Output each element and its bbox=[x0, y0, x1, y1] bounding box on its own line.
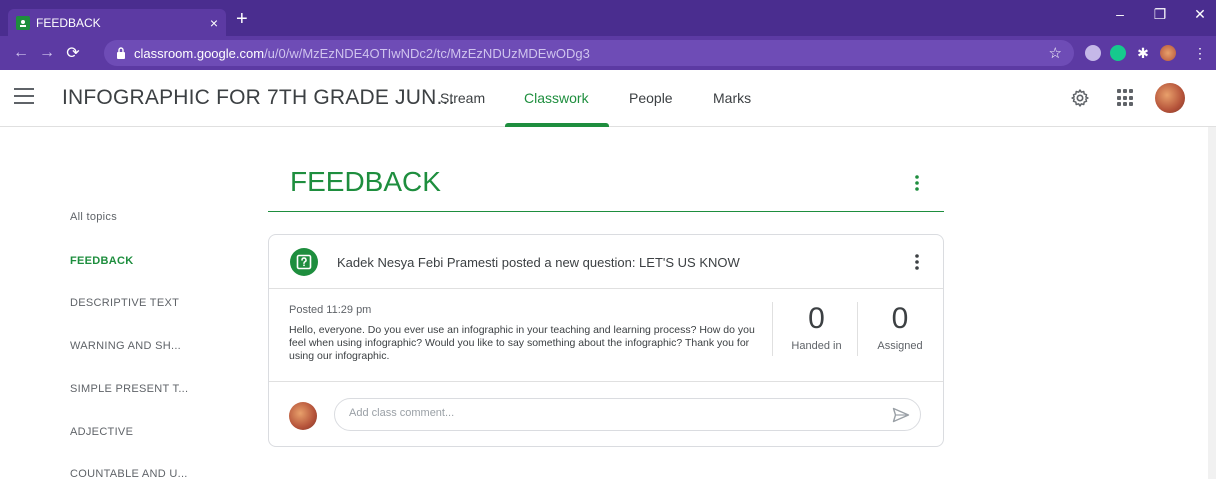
puzzle-extensions-icon[interactable]: ✱ bbox=[1135, 45, 1151, 61]
posted-time: Posted 11:29 pm bbox=[289, 304, 372, 316]
tab-stream[interactable]: Stream bbox=[440, 90, 485, 106]
assigned-stat[interactable]: 0 Assigned bbox=[861, 302, 939, 353]
sidebar-item-all-topics[interactable]: All topics bbox=[70, 211, 117, 223]
question-card: Kadek Nesya Febi Pramesti posted a new q… bbox=[268, 234, 944, 447]
classroom-header: INFOGRAPHIC FOR 7TH GRADE JUN... Stream … bbox=[0, 70, 1216, 127]
forward-arrow-icon[interactable]: → bbox=[34, 44, 60, 62]
topic-title: FEEDBACK bbox=[290, 166, 441, 197]
active-tab-indicator bbox=[505, 123, 609, 127]
extension-icon[interactable] bbox=[1085, 45, 1101, 61]
browser-tab-strip: FEEDBACK × + – ❐ ✕ bbox=[0, 0, 1216, 36]
close-window-button[interactable]: ✕ bbox=[1190, 6, 1210, 23]
assigned-count: 0 bbox=[891, 302, 909, 335]
browser-menu-icon[interactable]: ⋮ bbox=[1193, 45, 1209, 61]
send-icon[interactable] bbox=[892, 407, 910, 423]
sidebar-item-descriptive-text[interactable]: DESCRIPTIVE TEXT bbox=[70, 297, 179, 309]
handed-in-stat[interactable]: 0 Handed in bbox=[774, 302, 859, 353]
question-card-body: Posted 11:29 pm Hello, everyone. Do you … bbox=[269, 290, 943, 382]
topic-more-options-icon[interactable] bbox=[914, 174, 920, 192]
sidebar-item-warning[interactable]: WARNING AND SH... bbox=[70, 340, 181, 352]
maximize-button[interactable]: ❐ bbox=[1150, 6, 1170, 23]
question-description: Hello, everyone. Do you ever use an info… bbox=[289, 324, 755, 362]
stats-divider bbox=[772, 302, 773, 356]
sidebar-item-simple-present[interactable]: SIMPLE PRESENT T... bbox=[70, 383, 188, 395]
question-card-header[interactable]: Kadek Nesya Febi Pramesti posted a new q… bbox=[269, 235, 943, 289]
browser-tab-title: FEEDBACK bbox=[36, 15, 101, 30]
main-menu-icon[interactable] bbox=[14, 88, 34, 106]
question-more-options-icon[interactable] bbox=[914, 253, 920, 271]
question-icon bbox=[290, 248, 318, 276]
topic-divider bbox=[268, 211, 944, 212]
question-heading: Kadek Nesya Febi Pramesti posted a new q… bbox=[337, 255, 740, 270]
bookmark-star-icon[interactable]: ☆ bbox=[1049, 44, 1062, 62]
browser-tab[interactable]: FEEDBACK × bbox=[8, 9, 226, 36]
tab-people[interactable]: People bbox=[629, 90, 673, 106]
commenter-avatar bbox=[289, 402, 317, 430]
google-apps-icon[interactable] bbox=[1117, 89, 1135, 107]
url-path: /u/0/w/MzEzNDE4OTIwNDc2/tc/MzEzNDUzMDEwO… bbox=[264, 45, 590, 61]
classroom-favicon-icon bbox=[16, 15, 30, 30]
new-tab-button[interactable]: + bbox=[236, 9, 248, 29]
minimize-button[interactable]: – bbox=[1110, 6, 1130, 23]
tab-marks[interactable]: Marks bbox=[713, 90, 751, 106]
gear-icon[interactable] bbox=[1070, 88, 1090, 108]
browser-toolbar: ← → ⟳ classroom.google.com /u/0/w/MzEzND… bbox=[0, 36, 1216, 70]
page-scrollbar[interactable] bbox=[1208, 127, 1216, 479]
sidebar-item-feedback[interactable]: FEEDBACK bbox=[70, 255, 134, 267]
handed-in-count: 0 bbox=[808, 302, 825, 335]
class-comment-input[interactable] bbox=[349, 407, 869, 419]
sidebar-item-countable[interactable]: COUNTABLE AND U... bbox=[70, 468, 188, 480]
back-arrow-icon[interactable]: ← bbox=[8, 44, 34, 62]
class-comment-box[interactable] bbox=[334, 398, 921, 431]
address-bar[interactable]: classroom.google.com /u/0/w/MzEzNDE4OTIw… bbox=[104, 40, 1074, 66]
account-avatar[interactable] bbox=[1155, 83, 1185, 113]
tab-classwork[interactable]: Classwork bbox=[524, 90, 589, 106]
reload-icon[interactable]: ⟳ bbox=[60, 43, 86, 63]
window-controls: – ❐ ✕ bbox=[1110, 6, 1210, 23]
assigned-label: Assigned bbox=[877, 340, 923, 352]
lock-icon bbox=[117, 47, 125, 59]
grammarly-icon[interactable] bbox=[1110, 45, 1126, 61]
class-title[interactable]: INFOGRAPHIC FOR 7TH GRADE JUN... bbox=[62, 86, 455, 110]
stats-divider bbox=[857, 302, 858, 356]
handed-in-label: Handed in bbox=[791, 340, 842, 352]
profile-avatar-icon[interactable] bbox=[1160, 45, 1176, 61]
url-host: classroom.google.com bbox=[134, 45, 265, 61]
sidebar-item-adjective[interactable]: ADJECTIVE bbox=[70, 426, 133, 438]
close-tab-icon[interactable]: × bbox=[210, 15, 218, 31]
